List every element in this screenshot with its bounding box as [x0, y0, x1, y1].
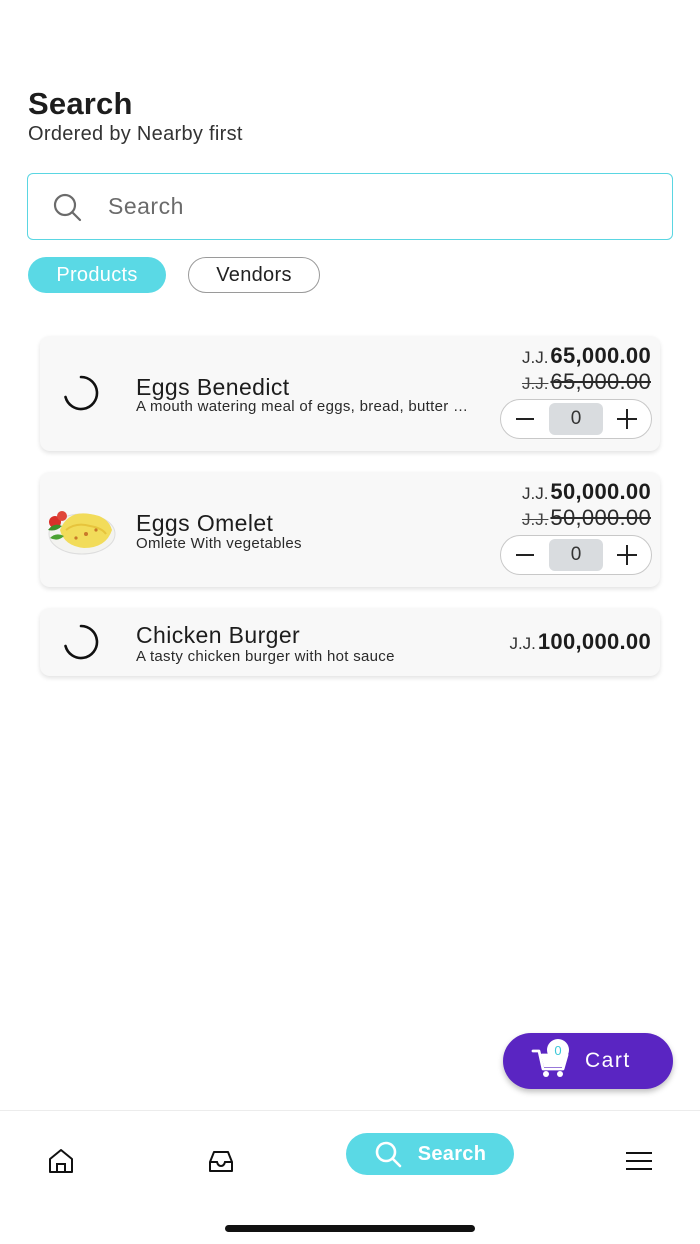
quantity-value: 0 [549, 403, 603, 435]
nav-orders[interactable] [204, 1141, 238, 1181]
product-image [46, 364, 116, 422]
filter-vendors-chip[interactable]: Vendors [188, 257, 320, 293]
cart-count-badge: 0 [547, 1039, 569, 1061]
search-bar[interactable] [27, 173, 673, 240]
decrement-button[interactable] [511, 541, 539, 569]
product-name: Eggs Benedict [136, 374, 290, 400]
filter-products-chip[interactable]: Products [28, 257, 166, 293]
currency-label: J.J. [521, 374, 549, 393]
inbox-icon [209, 1151, 233, 1172]
plus-icon [617, 545, 637, 565]
increment-button[interactable] [613, 541, 641, 569]
cart-icon-wrap: 0 [531, 1039, 571, 1079]
product-card[interactable]: Eggs Omelet Omlete With vegetables J.J. … [40, 472, 660, 587]
loading-spinner-icon [64, 624, 99, 660]
product-old-price: J.J. 50,000.00 [522, 505, 651, 531]
loading-spinner-icon [64, 375, 99, 411]
quantity-stepper[interactable]: 0 [500, 535, 652, 575]
currency-label: J.J. [521, 348, 549, 367]
search-input[interactable] [108, 193, 628, 220]
increment-button[interactable] [613, 405, 641, 433]
minus-icon [516, 554, 534, 556]
currency-label: J.J. [509, 634, 536, 653]
home-indicator [225, 1225, 475, 1232]
product-old-price: J.J. 65,000.00 [522, 369, 651, 395]
plus-icon [617, 409, 637, 429]
search-icon [53, 193, 82, 221]
menu-icon [626, 1152, 652, 1170]
product-description: A mouth watering meal of eggs, bread, bu… [136, 398, 476, 415]
decrement-button[interactable] [511, 405, 539, 433]
quantity-stepper[interactable]: 0 [500, 399, 652, 439]
product-image [46, 613, 116, 671]
nav-search-label: Search [417, 1142, 487, 1165]
currency-label: J.J. [521, 510, 549, 529]
nav-search[interactable]: Search [346, 1133, 514, 1175]
quantity-value: 0 [549, 539, 603, 571]
product-image [46, 500, 116, 558]
search-icon [375, 1141, 402, 1168]
product-price: J.J. 100,000.00 [509, 629, 651, 655]
omelet-photo [48, 511, 116, 555]
price-value: 50,000.00 [550, 479, 651, 504]
bottom-navigation: Search [0, 1110, 700, 1244]
product-description: A tasty chicken burger with hot sauce [136, 648, 395, 665]
cart-button[interactable]: 0 Cart [503, 1033, 673, 1089]
product-name: Chicken Burger [136, 622, 301, 648]
page-title: Search [28, 86, 133, 121]
old-price-value: 50,000.00 [550, 505, 651, 530]
product-price: J.J. 65,000.00 [522, 343, 651, 369]
nav-menu[interactable] [622, 1141, 656, 1181]
home-icon [49, 1149, 73, 1173]
product-name: Eggs Omelet [136, 510, 274, 536]
nav-home[interactable] [44, 1141, 78, 1181]
cart-label: Cart [585, 1049, 631, 1072]
product-description: Omlete With vegetables [136, 535, 302, 552]
page-subtitle: Ordered by Nearby first [28, 123, 243, 145]
product-price: J.J. 50,000.00 [522, 479, 651, 505]
currency-label: J.J. [521, 484, 549, 503]
price-value: 100,000.00 [537, 629, 651, 654]
old-price-value: 65,000.00 [550, 369, 651, 394]
product-card[interactable]: Eggs Benedict A mouth watering meal of e… [40, 336, 660, 451]
price-value: 65,000.00 [550, 343, 651, 368]
minus-icon [516, 418, 534, 420]
product-card[interactable]: Chicken Burger A tasty chicken burger wi… [40, 608, 660, 676]
